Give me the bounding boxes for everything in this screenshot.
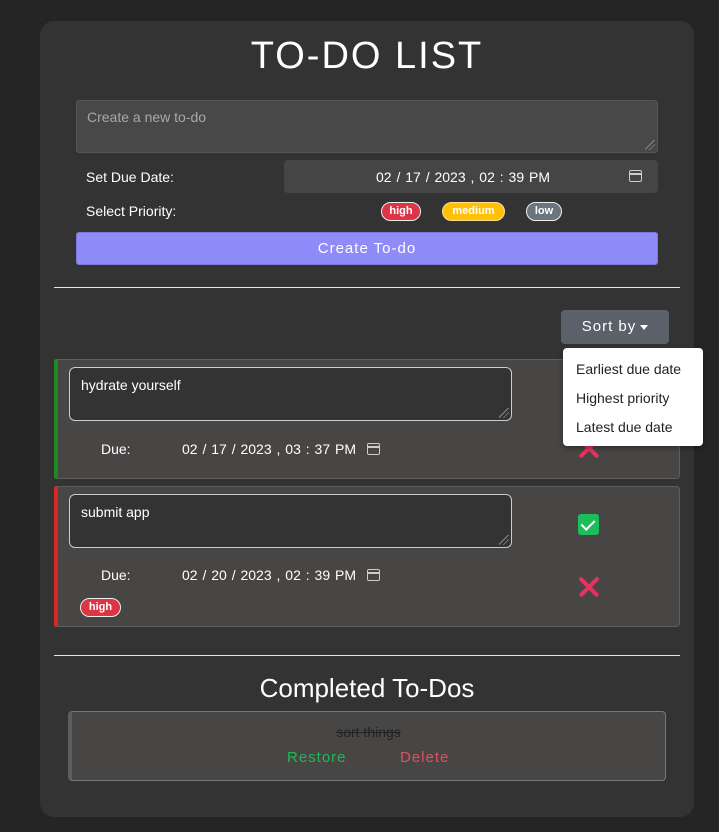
due-date-value: 02 / 17 / 2023 , 02 : 39 PM [376, 169, 550, 185]
app-title: TO-DO LIST [250, 35, 484, 77]
new-todo-input[interactable]: Create a new to-do [76, 100, 658, 153]
delete-button[interactable]: Delete [400, 749, 449, 766]
due-label: Due: [101, 441, 131, 457]
sort-by-button[interactable]: Sort by [561, 310, 669, 344]
create-todo-button[interactable]: Create To-do [76, 232, 658, 265]
due-date-value: 02 / 17 / 2023 , 03 : 37 PM [182, 441, 356, 457]
todo-text: submit app [81, 504, 150, 520]
completed-todo-item: sort things Restore Delete [68, 711, 666, 781]
delete-icon[interactable] [578, 576, 600, 598]
todo-text-input[interactable]: submit app [69, 494, 512, 548]
restore-button[interactable]: Restore [287, 749, 347, 766]
due-label: Due: [101, 567, 131, 583]
priority-label: Select Priority: [86, 203, 177, 219]
due-date-input[interactable]: 02 / 20 / 2023 , 02 : 39 PM [182, 567, 380, 583]
priority-medium-button[interactable]: medium [442, 202, 505, 221]
priority-low-button[interactable]: low [526, 202, 562, 221]
completed-section-title: Completed To-Dos [259, 673, 475, 703]
priority-badge: high [80, 598, 121, 617]
todo-item: submit app Due: 02 / 20 / 2023 , 02 : 39… [54, 486, 680, 627]
calendar-icon[interactable] [366, 443, 380, 455]
resize-grip-icon[interactable] [499, 535, 509, 545]
todo-text-input[interactable]: hydrate yourself [69, 367, 512, 421]
sort-option-earliest[interactable]: Earliest due date [576, 361, 681, 377]
divider [54, 655, 680, 656]
todo-text: hydrate yourself [81, 377, 181, 393]
sort-option-latest[interactable]: Latest due date [576, 419, 673, 435]
complete-check-icon[interactable] [578, 514, 599, 535]
todo-app-card: TO-DO LIST Create a new to-do Set Due Da… [40, 21, 703, 817]
resize-grip-icon[interactable] [645, 140, 655, 150]
due-date-input[interactable]: 02 / 17 / 2023 , 02 : 39 PM [284, 160, 658, 193]
divider [54, 287, 680, 288]
completed-todo-text: sort things [336, 724, 401, 740]
due-date-label: Set Due Date: [86, 169, 174, 185]
caret-down-icon [640, 324, 649, 330]
sort-by-label: Sort by [581, 318, 637, 335]
sort-option-priority[interactable]: Highest priority [576, 390, 669, 406]
calendar-icon[interactable] [629, 170, 642, 182]
due-date-input[interactable]: 02 / 17 / 2023 , 03 : 37 PM [182, 441, 380, 457]
due-date-value: 02 / 20 / 2023 , 02 : 39 PM [182, 567, 356, 583]
calendar-icon[interactable] [366, 569, 380, 581]
sort-dropdown-menu: Earliest due date Highest priority Lates… [563, 348, 703, 446]
new-todo-placeholder: Create a new to-do [87, 109, 207, 125]
priority-high-button[interactable]: high [381, 202, 421, 221]
resize-grip-icon[interactable] [499, 408, 509, 418]
